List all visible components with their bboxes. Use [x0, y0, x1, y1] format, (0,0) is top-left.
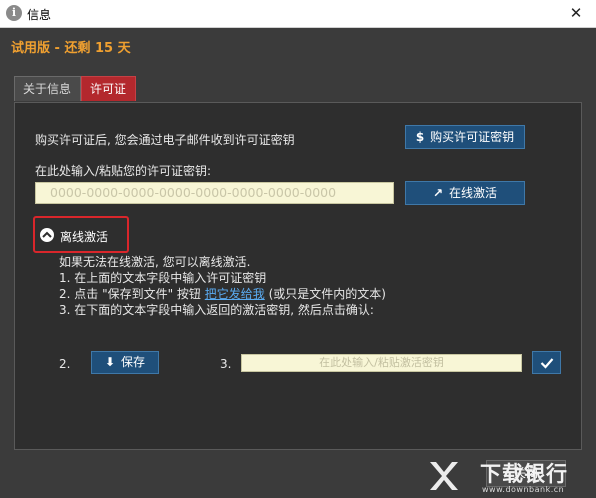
trial-banner: 试用版 - 还剩 15 天 [11, 41, 131, 56]
window-titlebar: i 信息 ✕ [0, 0, 596, 28]
downbank-logo-icon [430, 462, 458, 490]
step-2-suffix: (或只是文件内的文本) [264, 287, 386, 301]
step-2-text: 2. 点击 "保存到文件" 按钮 [59, 287, 205, 301]
step-2-number: 2. [59, 357, 71, 371]
download-icon: ⬇ [104, 355, 116, 369]
license-panel: 购买许可证后, 您会通过电子邮件收到许可证密钥 $ 购买许可证密钥 在此处输入/粘… [14, 102, 582, 450]
tab-about[interactable]: 关于信息 [14, 76, 81, 101]
watermark-title: 下载银行 [480, 462, 568, 486]
buy-prompt: 购买许可证后, 您会通过电子邮件收到许可证密钥 [35, 133, 295, 147]
activate-online-label: 在线激活 [449, 186, 498, 200]
close-icon[interactable]: ✕ [556, 0, 596, 27]
dollar-icon: $ [415, 130, 425, 144]
arrow-up-right-icon: ↗ [432, 186, 444, 200]
watermark-url: www.downbank.cn [482, 485, 565, 494]
offline-activation-label: 离线激活 [60, 230, 109, 244]
offline-step-2: 2. 点击 "保存到文件" 按钮 把它发给我 (或只是文件内的文本) [59, 285, 386, 302]
info-icon: i [6, 5, 22, 21]
watermark: 下载银行 www.downbank.cn [426, 456, 596, 498]
license-input-label: 在此处输入/粘贴您的许可证密钥: [35, 164, 212, 178]
license-key-input[interactable]: 0000-0000-0000-0000-0000-0000-0000-0000 [35, 182, 394, 204]
offline-step-1: 1. 在上面的文本字段中输入许可证密钥 [59, 271, 267, 285]
buy-license-label: 购买许可证密钥 [430, 130, 515, 144]
offline-intro: 如果无法在线激活, 您可以离线激活. [59, 255, 251, 269]
activation-code-input[interactable]: 在此处输入/粘贴激活密钥 [241, 354, 522, 372]
offline-step-3: 3. 在下面的文本字段中输入返回的激活密钥, 然后点击确认: [59, 303, 374, 317]
save-label: 保存 [121, 355, 146, 369]
offline-activation-toggle[interactable]: 离线激活 [33, 216, 129, 253]
confirm-button[interactable] [532, 351, 561, 374]
step-3-number: 3. [220, 357, 232, 371]
window-title: 信息 [27, 8, 52, 22]
save-to-file-button[interactable]: ⬇ 保存 [91, 351, 159, 374]
buy-license-button[interactable]: $ 购买许可证密钥 [405, 125, 525, 149]
app-body: 试用版 - 还剩 15 天 关于信息 许可证 购买许可证后, 您会通过电子邮件收… [0, 28, 596, 498]
send-it-to-me-link[interactable]: 把它发给我 [205, 287, 265, 301]
checkmark-icon [540, 358, 554, 369]
tab-license[interactable]: 许可证 [81, 76, 136, 101]
chevron-up-icon [40, 228, 54, 242]
activate-online-button[interactable]: ↗ 在线激活 [405, 181, 525, 205]
